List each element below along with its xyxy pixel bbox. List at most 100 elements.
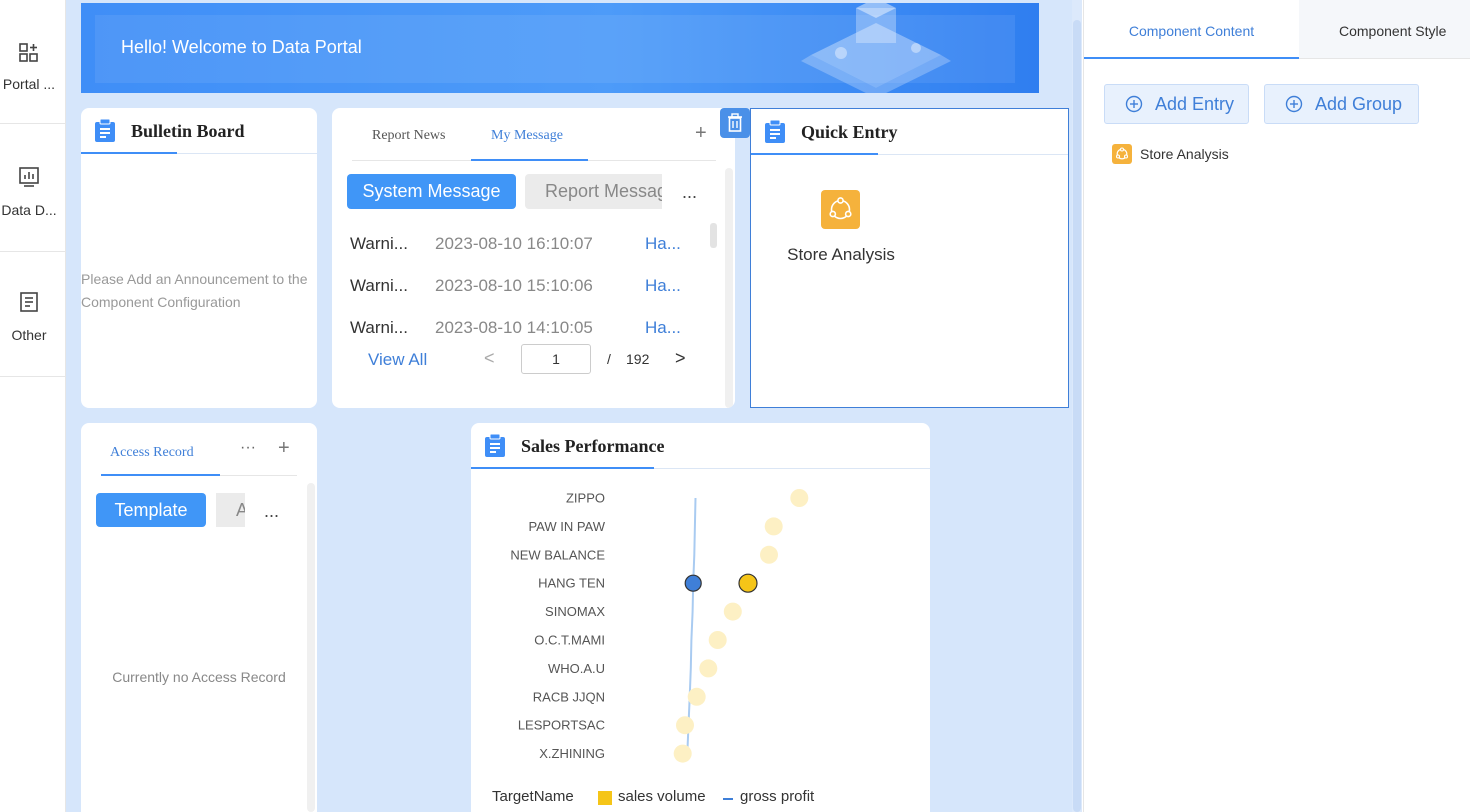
legend-target-name: TargetName bbox=[492, 788, 574, 805]
message-type: Warni... bbox=[350, 234, 408, 253]
add-entry-button[interactable]: Add Entry bbox=[1104, 84, 1249, 124]
tab-more-button[interactable]: ··· bbox=[240, 439, 256, 457]
message-link[interactable]: Ha... bbox=[645, 234, 681, 254]
page-separator: / bbox=[607, 351, 611, 367]
cube-illustration-icon bbox=[801, 3, 951, 93]
more-button[interactable]: ... bbox=[264, 501, 279, 522]
rail-item-portal[interactable]: Portal ... bbox=[0, 0, 66, 124]
active-tab-indicator bbox=[471, 159, 588, 161]
clipboard-icon bbox=[765, 120, 785, 143]
access-record-card[interactable]: Access Record ··· + Template A ... Curre… bbox=[81, 423, 317, 812]
delete-component-button[interactable] bbox=[720, 108, 750, 138]
bulletin-title-underline bbox=[81, 152, 177, 154]
tab-component-content[interactable]: Component Content bbox=[1084, 0, 1299, 59]
clipboard-icon bbox=[485, 434, 505, 457]
document-icon bbox=[20, 292, 38, 312]
message-card[interactable]: Report News My Message + System Message … bbox=[332, 108, 735, 408]
welcome-banner[interactable]: Hello! Welcome to Data Portal bbox=[81, 3, 1039, 93]
category-label: LESPORTSAC bbox=[518, 718, 605, 733]
message-row[interactable]: Warni... 2023-08-10 15:10:06 Ha... bbox=[350, 276, 710, 304]
store-analysis-label[interactable]: Store Analysis bbox=[781, 241, 901, 269]
share-nodes-icon bbox=[1112, 144, 1132, 164]
sales-performance-card[interactable]: Sales Performance ZIPPO PAW IN PAW NEW BAL… bbox=[471, 423, 930, 812]
category-label: NEW BALANCE bbox=[510, 547, 605, 562]
page-total: 192 bbox=[626, 351, 650, 367]
grid-plus-icon bbox=[19, 43, 38, 62]
add-group-button[interactable]: Add Group bbox=[1264, 84, 1419, 124]
bulletin-title: Bulletin Board bbox=[131, 121, 245, 141]
system-message-button[interactable]: System Message bbox=[347, 174, 516, 209]
sales-header: Sales Performance bbox=[471, 423, 930, 469]
add-tab-button[interactable]: + bbox=[278, 437, 290, 460]
tab-report-news[interactable]: Report News bbox=[372, 128, 446, 144]
card-scrollbar[interactable] bbox=[307, 483, 315, 812]
share-nodes-icon bbox=[829, 197, 852, 220]
sales-volume-point[interactable] bbox=[764, 517, 783, 536]
sales-volume-point[interactable] bbox=[699, 659, 718, 678]
tab-my-message[interactable]: My Message bbox=[491, 128, 563, 144]
legend-sales-swatch[interactable] bbox=[598, 791, 612, 805]
sales-volume-point[interactable] bbox=[738, 573, 758, 593]
template-button[interactable]: Template bbox=[96, 493, 206, 527]
sales-volume-point[interactable] bbox=[723, 602, 742, 621]
sales-volume-point[interactable] bbox=[708, 631, 727, 649]
bulletin-board-card[interactable]: Bulletin Board Please Add an Announcemen… bbox=[81, 108, 317, 408]
message-time: 2023-08-10 16:10:07 bbox=[435, 234, 593, 253]
legend-sales-volume[interactable]: sales volume bbox=[618, 788, 706, 805]
more-button[interactable]: ... bbox=[682, 182, 697, 203]
quick-entry-header: Quick Entry bbox=[751, 109, 1068, 155]
category-label: HANG TEN bbox=[538, 576, 605, 591]
message-row[interactable]: Warni... 2023-08-10 14:10:05 Ha... bbox=[350, 318, 710, 338]
page-number-input[interactable]: 1 bbox=[521, 344, 591, 374]
add-group-label: Add Group bbox=[1315, 94, 1403, 114]
card-scrollbar[interactable] bbox=[725, 168, 733, 408]
report-message-button[interactable]: Report Message bbox=[525, 174, 662, 209]
quick-entry-title: Quick Entry bbox=[801, 122, 898, 142]
category-label: RACB JJQN bbox=[533, 689, 605, 704]
quick-entry-card[interactable]: Quick Entry Store Analysis bbox=[750, 108, 1069, 408]
tab-component-style[interactable]: Component Style bbox=[1299, 0, 1470, 59]
message-row[interactable]: Warni... 2023-08-10 16:10:07 Ha... bbox=[350, 234, 710, 262]
bulletin-header: Bulletin Board bbox=[81, 108, 317, 154]
message-time: 2023-08-10 15:10:06 bbox=[435, 276, 593, 295]
entry-label: Store Analysis bbox=[1140, 146, 1229, 162]
sales-volume-point[interactable] bbox=[676, 716, 694, 735]
trash-icon bbox=[728, 113, 742, 132]
rail-item-data[interactable]: Data D... bbox=[0, 128, 66, 252]
chevron-left-icon[interactable]: < bbox=[484, 348, 495, 369]
secondary-filter-button[interactable]: A bbox=[216, 493, 245, 527]
sales-volume-point[interactable] bbox=[687, 687, 706, 706]
sales-title: Sales Performance bbox=[521, 436, 665, 456]
legend-profit-swatch[interactable] bbox=[723, 798, 733, 800]
view-all-link[interactable]: View All bbox=[368, 350, 427, 370]
sales-performance-chart[interactable]: ZIPPO PAW IN PAW NEW BALANCE HANG TEN SINOMA… bbox=[471, 469, 930, 812]
store-analysis-tile[interactable] bbox=[821, 190, 860, 229]
gross-profit-point[interactable] bbox=[684, 574, 702, 592]
legend-gross-profit[interactable]: gross profit bbox=[740, 788, 814, 805]
chevron-right-icon[interactable]: > bbox=[675, 348, 686, 369]
add-tab-button[interactable]: + bbox=[695, 122, 707, 145]
add-entry-label: Add Entry bbox=[1155, 94, 1235, 114]
sales-volume-point[interactable] bbox=[790, 489, 809, 507]
left-rail: Portal ... Data D... Other bbox=[0, 0, 66, 812]
rail-item-other[interactable]: Other bbox=[0, 253, 66, 377]
rail-label-other: Other bbox=[11, 327, 47, 343]
config-panel: Component Content Component Style Add En… bbox=[1083, 0, 1470, 812]
category-label: WHO.A.U bbox=[548, 661, 605, 676]
rail-label-data: Data D... bbox=[1, 202, 57, 218]
category-label: SINOMAX bbox=[545, 604, 605, 619]
message-link[interactable]: Ha... bbox=[645, 318, 681, 338]
rail-label-portal: Portal ... bbox=[2, 76, 56, 92]
banner-title: Hello! Welcome to Data Portal bbox=[121, 37, 362, 57]
category-label: X.ZHINING bbox=[539, 746, 605, 761]
message-list-scrollbar[interactable] bbox=[710, 223, 717, 248]
sales-volume-point[interactable] bbox=[760, 545, 778, 564]
message-link[interactable]: Ha... bbox=[645, 276, 681, 296]
canvas-scrollbar-thumb[interactable] bbox=[1073, 20, 1081, 812]
gross-profit-line[interactable] bbox=[686, 497, 697, 754]
message-type: Warni... bbox=[350, 276, 408, 295]
access-record-empty-text: Currently no Access Record bbox=[112, 669, 286, 685]
sales-volume-point[interactable] bbox=[673, 744, 692, 763]
tab-access-record[interactable]: Access Record bbox=[110, 445, 194, 461]
plus-circle-icon bbox=[1125, 95, 1143, 113]
